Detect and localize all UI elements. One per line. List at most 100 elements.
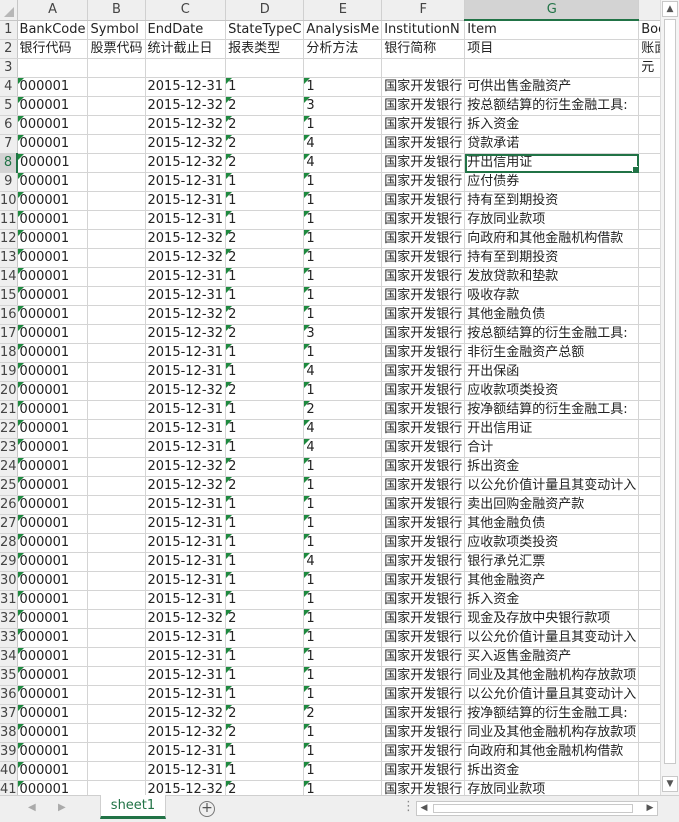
cell-institution[interactable]: 国家开发银行: [381, 134, 466, 154]
cell-item[interactable]: 按总额结算的衍生金融工具:: [464, 96, 640, 116]
cell-item[interactable]: 其他金融资产: [464, 571, 640, 591]
row-header-29[interactable]: 29: [0, 552, 18, 572]
cell-symbol[interactable]: [87, 286, 146, 306]
row-header-18[interactable]: 18: [0, 343, 18, 363]
cell-statetype[interactable]: 1: [225, 172, 305, 192]
cell-enddate[interactable]: 2015-12-31: [145, 77, 227, 97]
cell-bankcode[interactable]: 000001: [17, 438, 89, 458]
row-header-11[interactable]: 11: [0, 210, 18, 230]
cell-statetype[interactable]: 1: [225, 685, 305, 705]
row-header-37[interactable]: 37: [0, 704, 18, 724]
cell-item[interactable]: 持有至到期投资: [464, 248, 640, 268]
cell-bankcode[interactable]: 000001: [17, 495, 89, 515]
cell-enddate[interactable]: 2015-12-32: [145, 96, 227, 116]
cell-statetype[interactable]: 2: [225, 723, 305, 743]
row-header-26[interactable]: 26: [0, 495, 18, 515]
cell-enddate[interactable]: 2015-12-32: [145, 248, 227, 268]
cell-book-amount[interactable]: [638, 704, 660, 724]
cell-item[interactable]: 可供出售金融资产: [464, 77, 640, 97]
cell-bankcode[interactable]: 000001: [17, 685, 89, 705]
cell-book-amount[interactable]: [638, 723, 660, 743]
tab-sheet1[interactable]: sheet1: [100, 795, 166, 819]
cell-book-amount[interactable]: [638, 761, 660, 781]
cell-statetype[interactable]: 1: [225, 77, 305, 97]
cell-enddate[interactable]: 2015-12-31: [145, 362, 227, 382]
cell-analysis-method[interactable]: 1: [303, 590, 383, 610]
cell-symbol[interactable]: [87, 362, 146, 382]
cell-enddate[interactable]: 2015-12-31: [145, 742, 227, 762]
cell-institution[interactable]: 国家开发银行: [381, 590, 466, 610]
row-header-17[interactable]: 17: [0, 324, 18, 344]
cell-item[interactable]: 卖出回购金融资产款: [464, 495, 640, 515]
cell-analysis-method[interactable]: 1: [303, 229, 383, 249]
cell-symbol[interactable]: [87, 761, 146, 781]
cell-institution[interactable]: 国家开发银行: [381, 381, 466, 401]
cell-statetype[interactable]: 2: [225, 153, 305, 173]
cell-enddate[interactable]: 2015-12-32: [145, 457, 227, 477]
cell-book-amount[interactable]: [638, 362, 660, 382]
cell-item[interactable]: 开出信用证: [464, 153, 640, 173]
cell-institution[interactable]: 国家开发银行: [381, 96, 466, 116]
row-header-13[interactable]: 13: [0, 248, 18, 268]
cell-symbol[interactable]: [87, 267, 146, 287]
cell-b3[interactable]: [87, 58, 146, 78]
cell-book-amount[interactable]: [638, 742, 660, 762]
cell-book-amount[interactable]: [638, 647, 660, 667]
cell-institution[interactable]: 国家开发银行: [381, 229, 466, 249]
cell-symbol[interactable]: [87, 438, 146, 458]
cell-statetype[interactable]: 1: [225, 514, 305, 534]
cell-book-amount[interactable]: [638, 495, 660, 515]
cell-f3[interactable]: [381, 58, 466, 78]
cell-symbol[interactable]: [87, 248, 146, 268]
cell-institution[interactable]: 国家开发银行: [381, 571, 466, 591]
cell-g3[interactable]: [464, 58, 640, 78]
cell-enddate[interactable]: 2015-12-31: [145, 400, 227, 420]
cell-statetype[interactable]: 2: [225, 229, 305, 249]
row-header-22[interactable]: 22: [0, 419, 18, 439]
cell-a1[interactable]: BankCode: [17, 20, 89, 40]
cell-statetype[interactable]: 2: [225, 115, 305, 135]
spreadsheet-grid[interactable]: ABCDEFGHI 1BankCodeSymbolEndDateStateTyp…: [0, 0, 660, 795]
cell-institution[interactable]: 国家开发银行: [381, 761, 466, 781]
cell-enddate[interactable]: 2015-12-32: [145, 305, 227, 325]
cell-book-amount[interactable]: [638, 267, 660, 287]
cell-enddate[interactable]: 2015-12-31: [145, 267, 227, 287]
cell-item[interactable]: 开出保函: [464, 362, 640, 382]
cell-bankcode[interactable]: 000001: [17, 248, 89, 268]
cell-enddate[interactable]: 2015-12-32: [145, 476, 227, 496]
cell-bankcode[interactable]: 000001: [17, 590, 89, 610]
cell-book-amount[interactable]: [638, 305, 660, 325]
cell-analysis-method[interactable]: 1: [303, 533, 383, 553]
cell-bankcode[interactable]: 000001: [17, 191, 89, 211]
cell-book-amount[interactable]: [638, 343, 660, 363]
cell-f1[interactable]: InstitutionN: [381, 20, 466, 40]
cell-enddate[interactable]: 2015-12-32: [145, 153, 227, 173]
cell-symbol[interactable]: [87, 685, 146, 705]
cell-h2[interactable]: 账面金额: [638, 39, 660, 59]
cell-symbol[interactable]: [87, 191, 146, 211]
cell-item[interactable]: 存放同业款项: [464, 780, 640, 795]
cell-symbol[interactable]: [87, 400, 146, 420]
cell-enddate[interactable]: 2015-12-32: [145, 780, 227, 795]
cell-item[interactable]: 吸收存款: [464, 286, 640, 306]
row-header-1[interactable]: 1: [0, 20, 18, 40]
cell-a2[interactable]: 银行代码: [17, 39, 89, 59]
cell-d1[interactable]: StateTypeC: [225, 20, 305, 40]
cell-h1[interactable]: BookAmou: [638, 20, 660, 40]
cell-item[interactable]: 同业及其他金融机构存放款项: [464, 723, 640, 743]
cell-analysis-method[interactable]: 4: [303, 552, 383, 572]
row-header-28[interactable]: 28: [0, 533, 18, 553]
cell-enddate[interactable]: 2015-12-31: [145, 533, 227, 553]
row-header-9[interactable]: 9: [0, 172, 18, 192]
cell-enddate[interactable]: 2015-12-31: [145, 210, 227, 230]
horizontal-scrollbar[interactable]: ◀ ▶: [416, 801, 658, 816]
cell-bankcode[interactable]: 000001: [17, 742, 89, 762]
cell-item[interactable]: 非衍生金融资产总额: [464, 343, 640, 363]
cell-book-amount[interactable]: [638, 438, 660, 458]
cell-statetype[interactable]: 1: [225, 286, 305, 306]
cell-book-amount[interactable]: [638, 191, 660, 211]
cell-enddate[interactable]: 2015-12-32: [145, 381, 227, 401]
cell-book-amount[interactable]: [638, 685, 660, 705]
cell-statetype[interactable]: 2: [225, 780, 305, 795]
cell-d3[interactable]: [225, 58, 305, 78]
